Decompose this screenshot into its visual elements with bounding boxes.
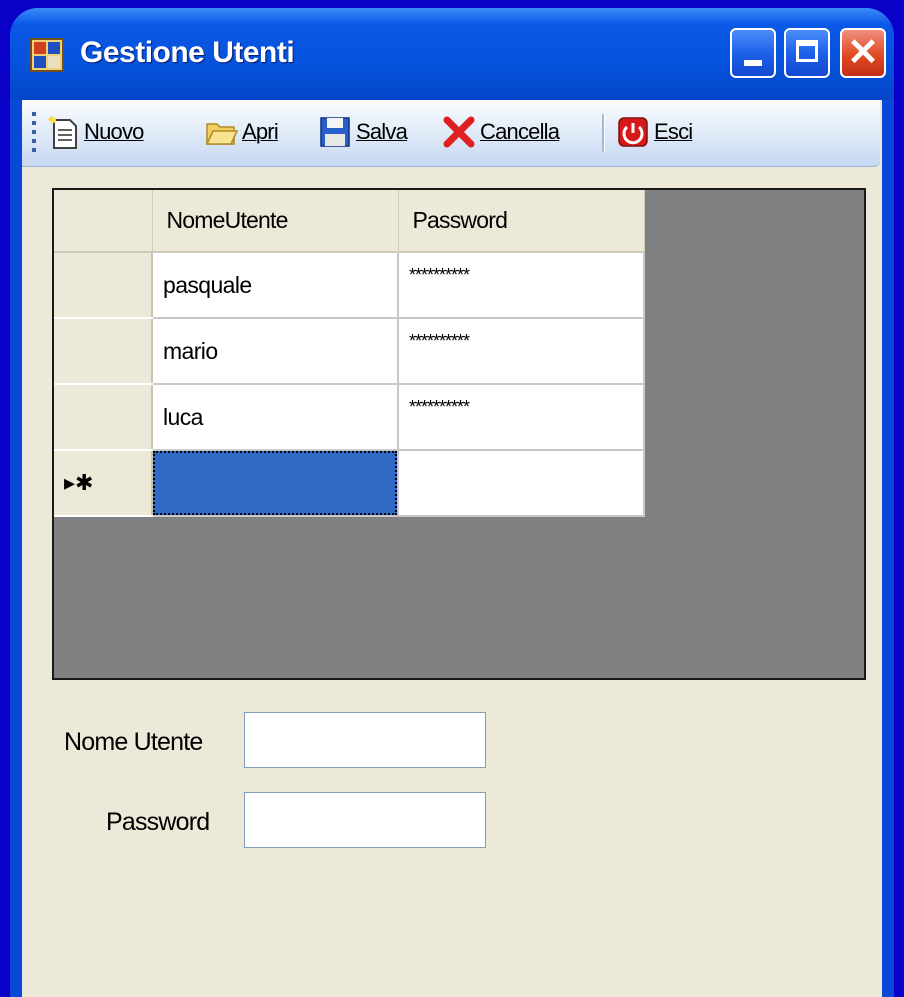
power-exit-icon (618, 117, 648, 147)
maximize-icon (796, 40, 818, 62)
esci-label: Esci (654, 119, 693, 144)
minimize-button[interactable] (730, 28, 776, 78)
title-bar[interactable]: Gestione Utenti ✕ (10, 8, 894, 100)
toolbar-grip[interactable] (32, 112, 36, 154)
client-area: Nuovo Apri Salva Cancella Esci NomeUtent… (22, 100, 882, 997)
row-header[interactable] (54, 384, 153, 451)
app-window-icon (30, 38, 64, 72)
cancella-label: Cancella (480, 119, 560, 144)
users-data-grid[interactable]: NomeUtente Password pasquale ********** … (52, 188, 866, 680)
nome-utente-label: Nome Utente (64, 728, 203, 756)
close-icon: ✕ (847, 32, 879, 74)
cell-password[interactable]: ********** (398, 384, 645, 451)
password-input[interactable] (244, 792, 486, 848)
password-label: Password (106, 808, 210, 836)
nome-utente-input[interactable] (244, 712, 486, 768)
cell-password[interactable]: ********** (398, 318, 645, 385)
cell-nomeutente[interactable]: luca (152, 384, 399, 451)
main-window: Gestione Utenti ✕ Nuovo Apri Salva Cance… (10, 8, 894, 997)
maximize-button[interactable] (784, 28, 830, 78)
table-row[interactable]: pasquale ********** (54, 252, 645, 319)
minimize-icon (744, 60, 762, 66)
delete-x-icon (443, 116, 475, 148)
window-title: Gestione Utenti (80, 36, 295, 69)
toolbar-separator (602, 114, 605, 152)
new-document-icon (48, 116, 77, 149)
cancella-button[interactable]: Cancella (442, 110, 560, 154)
toolbar: Nuovo Apri Salva Cancella Esci (22, 100, 880, 167)
cell-nomeutente[interactable]: pasquale (152, 252, 399, 319)
close-button[interactable]: ✕ (840, 28, 886, 78)
cell-password-new[interactable] (398, 450, 645, 517)
apri-button[interactable]: Apri (204, 110, 279, 154)
cell-password[interactable]: ********** (398, 252, 645, 319)
row-header[interactable] (54, 252, 153, 319)
salva-label: Salva (356, 119, 408, 144)
open-folder-icon (205, 123, 238, 145)
cell-nomeutente[interactable]: mario (152, 318, 399, 385)
row-header[interactable] (54, 318, 153, 385)
column-header-nomeutente[interactable]: NomeUtente (152, 190, 399, 253)
column-header-password[interactable]: Password (398, 190, 645, 253)
esci-button[interactable]: Esci (616, 110, 693, 154)
new-row-marker-icon[interactable]: ▸✱ (54, 450, 153, 517)
table-row[interactable]: luca ********** (54, 384, 645, 451)
save-disk-icon (320, 117, 350, 147)
apri-label: Apri (242, 119, 279, 144)
new-row[interactable]: ▸✱ (54, 450, 645, 517)
nuovo-label: Nuovo (84, 119, 144, 144)
nuovo-button[interactable]: Nuovo (46, 110, 144, 154)
grid-corner-header[interactable] (54, 190, 153, 253)
salva-button[interactable]: Salva (318, 110, 408, 154)
table-row[interactable]: mario ********** (54, 318, 645, 385)
cell-nomeutente-new[interactable] (152, 450, 399, 517)
